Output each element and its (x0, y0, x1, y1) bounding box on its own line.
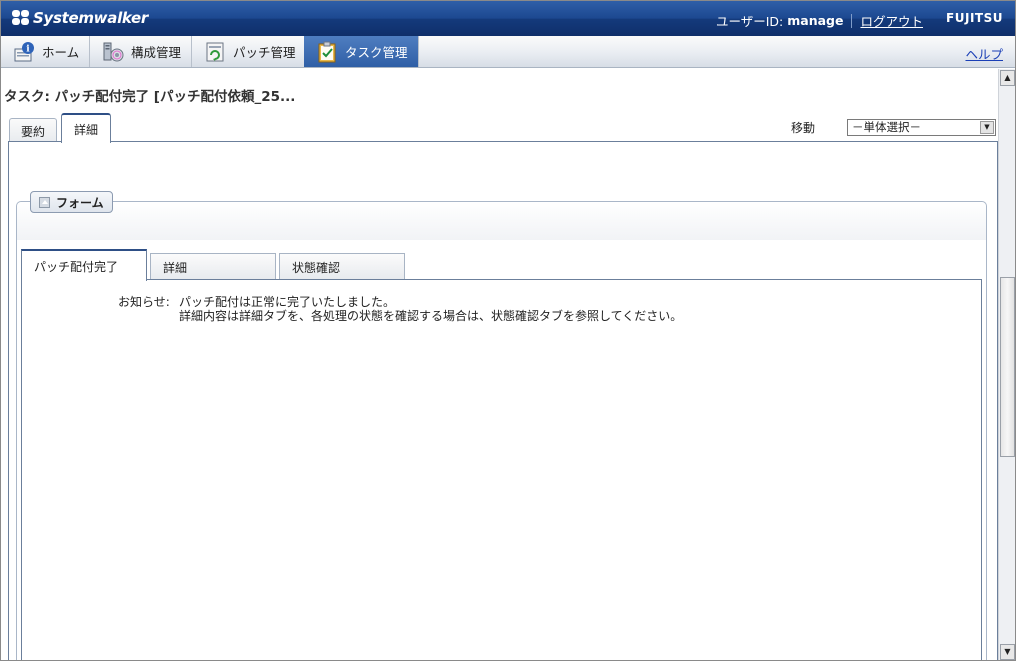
nav-item-task[interactable]: タスク管理 (304, 36, 419, 67)
form-section-toggle[interactable]: フォーム (30, 191, 113, 213)
logout-link[interactable]: ログアウト (860, 11, 923, 30)
nav-label-task: タスク管理 (345, 45, 408, 60)
tab-patch-complete[interactable]: パッチ配付完了 (21, 249, 147, 281)
help-link[interactable]: ヘルプ (965, 44, 1003, 63)
nav-item-patch[interactable]: パッチ管理 (192, 36, 307, 67)
brand-name: Systemwalker (33, 9, 149, 27)
vertical-scrollbar[interactable]: ▲ ▼ (998, 69, 1015, 660)
tab-summary[interactable]: 要約 (9, 118, 57, 143)
user-area: ユーザーID: manage ログアウト (716, 11, 923, 30)
nav-label-home: ホーム (42, 45, 80, 60)
tab-form-details[interactable]: 詳細 (150, 253, 276, 280)
scroll-up-arrow-icon[interactable]: ▲ (1000, 70, 1015, 86)
configuration-icon (102, 41, 124, 63)
form-section-title: フォーム (56, 195, 104, 210)
brand-logo: Systemwalker (11, 8, 148, 28)
scrollbar-thumb[interactable] (1000, 277, 1015, 457)
header-bar: Systemwalker ユーザーID: manage ログアウト FUJITS… (1, 1, 1015, 36)
user-id-label: ユーザーID: (715, 14, 784, 29)
app-window: Systemwalker ユーザーID: manage ログアウト FUJITS… (0, 0, 1016, 661)
nav-item-home[interactable]: i ホーム (1, 36, 91, 67)
home-info-icon: i (13, 41, 35, 63)
move-select[interactable]: －単体選択－ ▼ (847, 119, 996, 136)
page-title: タスク: パッチ配付完了 [パッチ配付依頼_25... (4, 89, 296, 105)
header-divider (851, 13, 853, 28)
collapse-arrow-icon (39, 196, 50, 208)
patch-complete-panel (21, 279, 982, 660)
nav-label-patch: パッチ管理 (233, 45, 296, 60)
tab-status-check[interactable]: 状態確認 (279, 253, 405, 280)
notice-label: お知らせ: (118, 295, 170, 309)
notice-line-2: 詳細内容は詳細タブを、各処理の状態を確認する場合は、状態確認タブを参照してくださ… (179, 309, 683, 323)
nav-item-configuration[interactable]: 構成管理 (90, 36, 193, 67)
main-nav: i ホーム 構成管理 パッチ管理 タスク管理 ヘルプ (1, 36, 1015, 68)
chevron-down-icon[interactable]: ▼ (980, 121, 994, 134)
systemwalker-logo-icon (11, 9, 31, 27)
move-label: 移動 (791, 121, 816, 135)
move-select-value: －単体選択－ (852, 120, 921, 134)
nav-label-configuration: 構成管理 (131, 45, 182, 60)
task-checklist-icon (316, 41, 338, 63)
tab-details[interactable]: 詳細 (61, 113, 111, 143)
patch-icon (204, 41, 226, 63)
fujitsu-logo: FUJITSU (946, 11, 1003, 25)
svg-text:i: i (26, 44, 30, 54)
user-id-value: manage (787, 13, 844, 28)
scroll-down-arrow-icon[interactable]: ▼ (1000, 644, 1015, 660)
